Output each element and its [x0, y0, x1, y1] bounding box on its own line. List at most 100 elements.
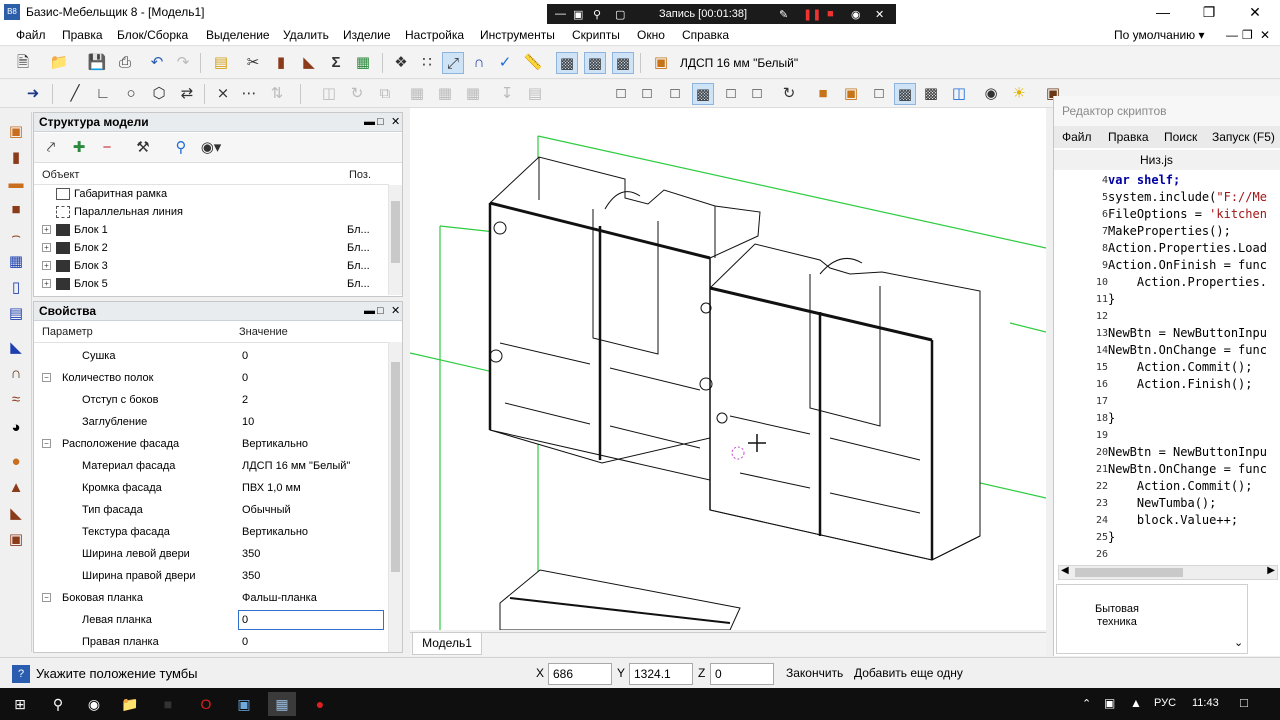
array2-icon[interactable]: ▦ — [434, 83, 456, 105]
tree-row[interactable]: + Блок 3 Бл... — [42, 257, 387, 275]
search-icon[interactable]: ⚲ — [44, 692, 72, 716]
mdi-close-icon[interactable]: ✕ — [1260, 28, 1270, 42]
snap-icon[interactable]: ❖ — [390, 52, 412, 74]
record-icon[interactable]: ● — [306, 692, 334, 716]
report-icon[interactable]: ▦ — [352, 52, 374, 74]
menu-scripts[interactable]: Скрипты — [572, 28, 620, 42]
bent-panel-icon[interactable]: ⌢ — [6, 226, 26, 246]
property-value[interactable]: Фальш-планка — [242, 587, 317, 609]
sum-icon[interactable]: Σ — [325, 52, 347, 74]
notifications-icon[interactable]: □ — [1240, 695, 1248, 710]
panel-float-icon[interactable]: □ — [377, 302, 384, 321]
menu-delete[interactable]: Удалить — [283, 28, 329, 42]
menu-help[interactable]: Справка — [682, 28, 729, 42]
z-coordinate-input[interactable]: 0 — [710, 663, 774, 685]
line-icon[interactable]: ╱ — [64, 83, 86, 105]
app-icon[interactable]: B8 — [4, 4, 20, 20]
snap-line-icon[interactable]: ⤢ — [442, 52, 464, 74]
polygon-icon[interactable]: ⬡ — [148, 83, 170, 105]
folder-icon[interactable]: 📁 — [116, 692, 144, 716]
menu-edit[interactable]: Правка — [62, 28, 103, 42]
cut-icon[interactable]: ✂ — [242, 52, 264, 74]
tree-row[interactable]: + Блок 1 Бл... — [42, 221, 387, 239]
property-row[interactable]: Левая планка 0 — [34, 609, 384, 631]
y-coordinate-input[interactable]: 1324.1 — [629, 663, 693, 685]
save-icon[interactable]: 💾 — [86, 52, 108, 74]
collapse-icon[interactable]: − — [42, 439, 51, 448]
expand-icon[interactable]: + — [42, 243, 51, 252]
tree-row[interactable]: Параллельная линия — [42, 203, 387, 221]
new-file-icon[interactable]: 🗎 — [12, 52, 34, 74]
view-front-icon[interactable]: □ — [610, 83, 632, 105]
panel-close-icon[interactable]: ✕ — [391, 302, 400, 321]
circle-icon[interactable]: ○ — [120, 83, 142, 105]
vertical-panel-icon[interactable]: ▮ — [6, 148, 26, 168]
pause-icon[interactable]: ❚❚ — [803, 8, 821, 21]
pen-icon[interactable]: ✎ — [779, 8, 788, 21]
view-mode-1-icon[interactable]: ▩ — [556, 52, 578, 74]
block-icon[interactable]: ▣ — [6, 530, 26, 550]
view-mode-2-icon[interactable]: ▩ — [584, 52, 606, 74]
property-row[interactable]: − Расположение фасада Вертикально — [34, 433, 384, 455]
close-recorder-icon[interactable]: ✕ — [875, 8, 884, 21]
panel-icon[interactable]: ▮ — [270, 52, 292, 74]
property-value[interactable]: 0 — [242, 367, 248, 389]
property-row[interactable]: Кромка фасада ПВХ 1,0 мм — [34, 477, 384, 499]
light-bulb-icon[interactable]: ☀ — [1008, 83, 1030, 105]
shaded-edges-icon[interactable]: ▣ — [840, 83, 862, 105]
draw-mode-icon[interactable]: ➜ — [22, 83, 44, 105]
grid-icon[interactable]: ∷ — [416, 52, 438, 74]
collapse-icon[interactable]: − — [42, 593, 51, 602]
x-coordinate-input[interactable]: 686 — [548, 663, 612, 685]
panel-minimize-icon[interactable]: ▬ — [364, 113, 375, 132]
drawer-icon[interactable]: ▤ — [6, 304, 26, 324]
scroll-down-icon[interactable]: ⌄ — [1234, 636, 1243, 649]
material-icon[interactable]: ▣ — [650, 52, 672, 74]
expand-icon[interactable]: + — [42, 261, 51, 270]
wireframe-icon[interactable]: □ — [868, 83, 890, 105]
minimize-recorder-icon[interactable]: — — [555, 8, 566, 20]
property-row[interactable]: Правая планка 0 — [34, 631, 384, 653]
paste-icon[interactable]: ▤ — [210, 52, 232, 74]
property-row[interactable]: Сушка 0 — [34, 345, 384, 367]
property-row[interactable]: Материал фасада ЛДСП 16 мм "Белый" — [34, 455, 384, 477]
volume-icon[interactable]: ▲ — [1130, 696, 1142, 710]
tree-row[interactable]: + Блок 2 Бл... — [42, 239, 387, 257]
collapse-icon[interactable]: − — [42, 373, 51, 382]
back-panel-icon[interactable]: ■ — [6, 200, 26, 220]
undo-icon[interactable]: ↶ — [146, 52, 168, 74]
array-icon[interactable]: ▦ — [406, 83, 428, 105]
editor-menu-edit[interactable]: Правка — [1108, 130, 1149, 144]
mirror-icon[interactable]: ◫ — [318, 83, 340, 105]
open-folder-icon[interactable]: 📁 — [48, 52, 70, 74]
clock[interactable]: 11:43 — [1192, 697, 1219, 709]
extrusion-icon[interactable]: ◣ — [6, 504, 26, 524]
minimize-icon[interactable]: — — [1140, 0, 1186, 24]
property-value[interactable]: ПВХ 1,0 мм — [242, 477, 301, 499]
tree-edit-icon[interactable]: ⤤ — [40, 137, 62, 159]
ruler-icon[interactable]: 📏 — [522, 52, 544, 74]
zoom-icon[interactable]: ⚲ — [593, 8, 601, 21]
property-row[interactable]: Отступ с боков 2 — [34, 389, 384, 411]
tree-visibility-icon[interactable]: ◉▾ — [200, 137, 222, 159]
network-icon[interactable]: ▣ — [1104, 696, 1115, 710]
print-icon[interactable]: ⎙ — [114, 52, 136, 74]
trim-icon[interactable]: ⨯ — [212, 83, 234, 105]
property-row[interactable]: Ширина правой двери 350 — [34, 565, 384, 587]
layout-preset-dropdown[interactable]: По умолчанию ▾ — [1114, 28, 1205, 42]
close-icon[interactable]: ✕ — [1232, 0, 1278, 24]
scale-icon[interactable]: ⧉ — [374, 83, 396, 105]
property-value[interactable]: 350 — [242, 543, 260, 565]
tree-row[interactable]: Габаритная рамка — [42, 185, 387, 203]
tree-row[interactable]: + Блок 5 Бл... — [42, 275, 387, 293]
hidden-lines-icon[interactable]: ▩ — [894, 83, 916, 105]
layers-icon[interactable]: ◫ — [948, 83, 970, 105]
property-value[interactable]: Обычный — [242, 499, 291, 521]
door-icon[interactable]: ▯ — [6, 278, 26, 298]
pipette-icon[interactable]: ✓ — [494, 52, 516, 74]
editor-menu-file[interactable]: Файл — [1062, 130, 1092, 144]
magnet-icon[interactable]: ∩ — [468, 52, 490, 74]
view-right-icon[interactable]: □ — [720, 83, 742, 105]
app-icon[interactable]: ◉ — [80, 692, 108, 716]
property-value[interactable]: Вертикально — [242, 521, 308, 543]
